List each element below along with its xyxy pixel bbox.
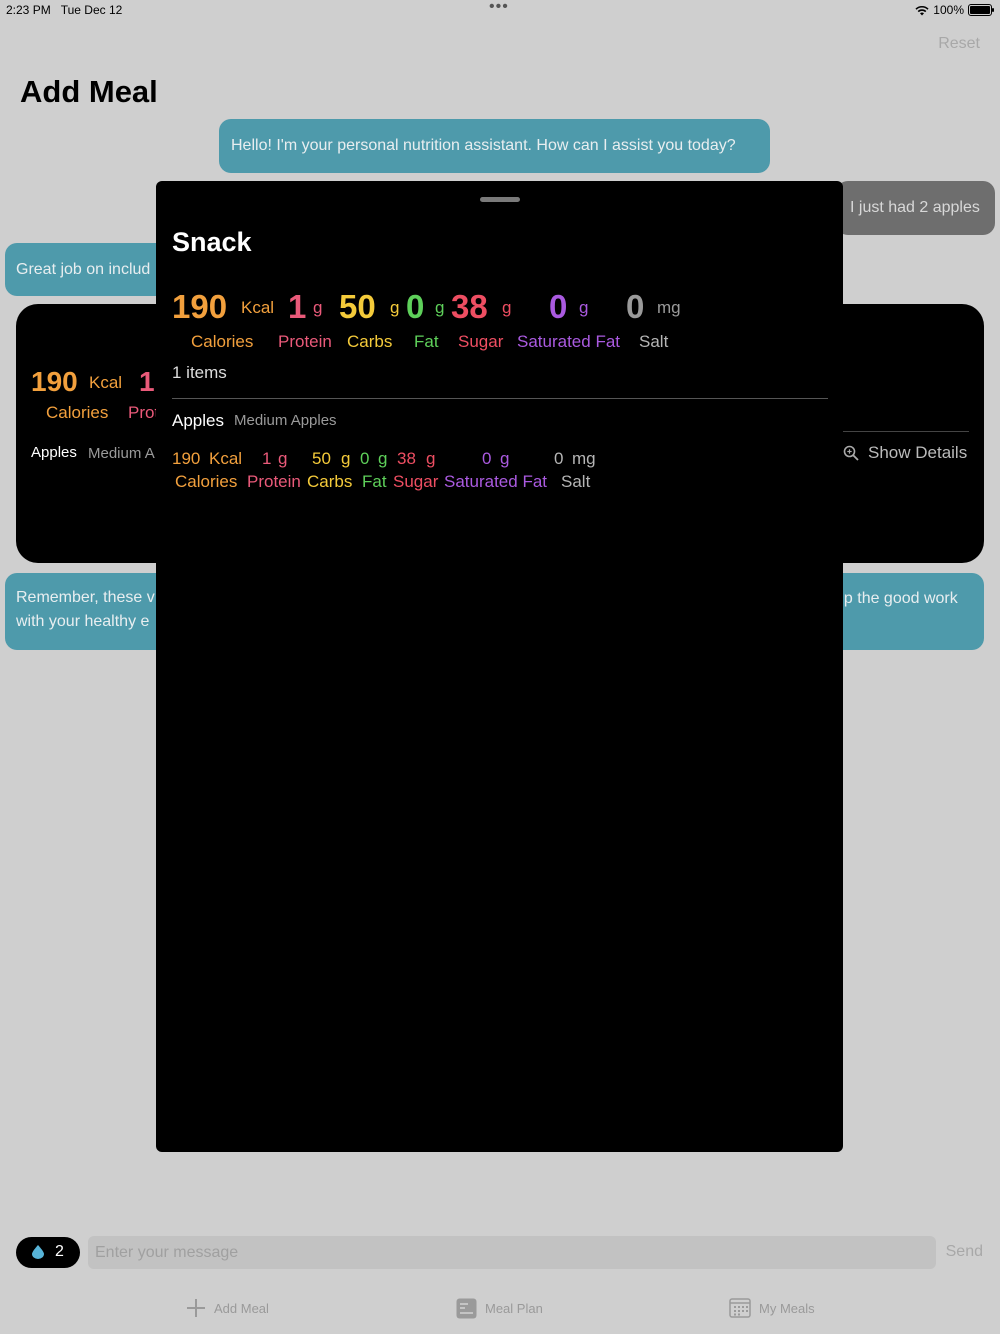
assistant-greeting-bubble: Hello! I'm your personal nutrition assis… <box>219 119 770 173</box>
item-carbs-label: Carbs <box>307 472 353 491</box>
water-count: 2 <box>55 1243 64 1260</box>
tab-my-meals[interactable]: My Meals <box>729 1298 815 1318</box>
total-sugar-unit: g <box>502 298 512 317</box>
battery-percent: 100% <box>933 3 964 17</box>
tab-meal-plan[interactable]: Meal Plan <box>456 1298 543 1319</box>
tab-label: Add Meal <box>214 1300 269 1316</box>
multitasking-dots-icon[interactable]: ••• <box>489 0 509 16</box>
bg-card-divider <box>843 431 969 432</box>
magnifier-icon <box>843 445 859 461</box>
total-sugar-value: 38 <box>451 288 488 325</box>
item-salt-unit: mg <box>572 449 596 468</box>
bg-calories-value: 190 <box>31 366 78 397</box>
food-item-name: Apples <box>172 411 224 430</box>
water-drop-icon <box>32 1245 44 1259</box>
total-protein-label: Protein <box>278 332 332 351</box>
meal-plan-icon <box>456 1298 477 1319</box>
plus-icon <box>187 1299 205 1317</box>
item-salt-label: Salt <box>561 472 591 491</box>
item-carbs-value: 50 <box>312 449 331 468</box>
water-counter-button[interactable]: 2 <box>16 1237 80 1268</box>
total-calories-value: 190 <box>172 288 228 325</box>
status-bar: 2:23 PM Tue Dec 12 ••• 100% <box>0 0 1000 22</box>
total-fat-label: Fat <box>414 332 439 351</box>
bg-protein-value: 1 <box>139 366 155 397</box>
assistant-followup-bubble-right: up the good work <box>825 573 984 650</box>
bg-protein-label: Prot <box>128 403 160 422</box>
page-title: Add Meal <box>20 74 158 109</box>
total-carbs-label: Carbs <box>347 332 393 351</box>
total-salt-label: Salt <box>639 332 669 351</box>
bubble-text-line: Remember, these v <box>16 589 155 606</box>
total-saturated-fat-unit: g <box>579 298 589 317</box>
item-sugar-value: 38 <box>397 449 416 468</box>
bubble-text: Great job on includ <box>16 261 151 278</box>
bubble-text: up the good work <box>835 590 958 607</box>
bg-kcal-unit: Kcal <box>89 373 123 392</box>
assistant-followup-bubble-left: Remember, these v with your healthy e <box>5 573 175 650</box>
user-message-bubble: I just had 2 apples <box>836 181 995 235</box>
total-saturated-fat-label: Saturated Fat <box>517 332 621 351</box>
wifi-icon <box>915 5 929 15</box>
items-count: 1 items <box>172 363 227 382</box>
total-sugar-label: Sugar <box>458 332 504 351</box>
item-protein-unit: g <box>278 449 288 468</box>
message-input[interactable] <box>88 1236 936 1269</box>
bg-food-desc: Medium A <box>88 445 155 462</box>
item-calories-unit: Kcal <box>209 449 243 468</box>
reset-button[interactable]: Reset <box>938 35 980 53</box>
tab-label: My Meals <box>759 1300 815 1316</box>
item-sugar-unit: g <box>426 449 436 468</box>
show-details-button[interactable]: Show Details <box>843 443 967 463</box>
show-details-label: Show Details <box>868 443 968 462</box>
items-divider <box>172 398 828 399</box>
item-salt-value: 0 <box>554 449 564 468</box>
calendar-icon <box>729 1298 751 1318</box>
item-sugar-label: Sugar <box>393 472 439 491</box>
item-fat-label: Fat <box>362 472 387 491</box>
meal-detail-sheet: Snack 190 Kcal 1 g 50 g 0 g 38 g 0 g 0 m… <box>156 181 843 1152</box>
item-saturated-fat-unit: g <box>500 449 510 468</box>
total-fat-value: 0 <box>406 288 425 325</box>
bubble-text: I just had 2 apples <box>850 199 980 216</box>
total-fat-unit: g <box>435 298 445 317</box>
item-calories-label: Calories <box>175 472 238 491</box>
food-item-desc: Medium Apples <box>234 412 337 429</box>
assistant-reply-bubble: Great job on includ <box>5 243 175 296</box>
item-saturated-fat-value: 0 <box>482 449 492 468</box>
bg-food-name: Apples <box>31 444 77 461</box>
sheet-grabber-handle[interactable] <box>480 197 520 202</box>
bubble-text: Hello! I'm your personal nutrition assis… <box>231 137 736 154</box>
battery-icon <box>968 4 994 16</box>
bg-calories-label: Calories <box>46 403 109 422</box>
sheet-title: Snack <box>172 227 252 257</box>
item-protein-value: 1 <box>262 449 272 468</box>
total-calories-unit: Kcal <box>241 298 275 317</box>
total-protein-unit: g <box>313 298 323 317</box>
total-calories-label: Calories <box>191 332 254 351</box>
total-saturated-fat-value: 0 <box>549 288 568 325</box>
total-salt-value: 0 <box>626 288 645 325</box>
total-salt-unit: mg <box>657 298 681 317</box>
status-time: 2:23 PM Tue Dec 12 <box>6 3 123 17</box>
send-button[interactable]: Send <box>946 1243 983 1261</box>
tab-label: Meal Plan <box>485 1301 543 1316</box>
item-fat-value: 0 <box>360 449 370 468</box>
total-carbs-unit: g <box>390 298 400 317</box>
item-protein-label: Protein <box>247 472 301 491</box>
tab-add-meal[interactable]: Add Meal <box>186 1298 269 1318</box>
item-calories-value: 190 <box>172 449 201 468</box>
bubble-text-line: with your healthy e <box>16 613 150 630</box>
item-carbs-unit: g <box>341 449 351 468</box>
item-saturated-fat-label: Saturated Fat <box>444 472 548 491</box>
total-protein-value: 1 <box>288 288 307 325</box>
status-right: 100% <box>915 3 994 17</box>
total-carbs-value: 50 <box>339 288 376 325</box>
item-fat-unit: g <box>378 449 388 468</box>
